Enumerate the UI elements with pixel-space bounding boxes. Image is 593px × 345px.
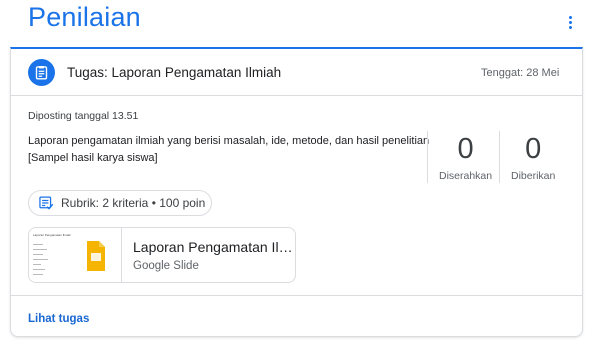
stat-label: Diserahkan [439,170,493,182]
description-line: Laporan pengamatan ilmiah yang berisi ma… [28,135,430,147]
google-slides-icon [87,241,105,271]
more-vert-icon-dot [568,20,572,24]
assignment-card-footer: Lihat tugas [11,295,582,337]
posted-time: Diposting tanggal 13.51 [28,110,139,122]
more-options-button[interactable] [558,10,582,34]
stat-assigned[interactable]: 0 Diberikan [511,133,556,183]
thumbnail-line [33,269,45,270]
rubric-chip[interactable]: Rubrik: 2 kriteria • 100 poin [28,190,212,216]
due-date: Tenggat: 28 Mei [481,67,560,79]
assignment-icon [28,59,55,86]
thumbnail-title: Laporan Pengamatan Ilmiah [33,233,71,237]
assignment-card: Tugas: Laporan Pengamatan Ilmiah Tenggat… [10,47,583,337]
thumbnail-line [33,244,43,245]
page-title: Penilaian [28,2,141,32]
description-line: [Sampel hasil karya siswa] [28,152,158,164]
assignment-card-header[interactable]: Tugas: Laporan Pengamatan Ilmiah Tenggat… [11,49,582,96]
attachment-type: Google Slide [133,260,199,272]
page-header: Penilaian [0,0,593,48]
stats-divider [427,131,428,183]
view-assignment-link[interactable]: Lihat tugas [28,313,89,325]
assignment-title: Tugas: Laporan Pengamatan Ilmiah [67,65,282,80]
assignment-description: Laporan pengamatan ilmiah yang berisi ma… [28,133,430,167]
stats-divider [499,131,500,183]
more-vert-icon-dot [568,25,572,29]
rubric-label: Rubrik: 2 kriteria • 100 poin [61,196,206,210]
thumbnail-line [33,259,48,260]
thumbnail-line [33,274,43,275]
stat-turned-in[interactable]: 0 Diserahkan [439,133,493,183]
thumbnail-line [33,254,43,255]
stat-label: Diberikan [511,170,556,182]
thumbnail-line [33,264,41,265]
attachment-thumbnail: Laporan Pengamatan Ilmiah [29,228,122,282]
stat-value: 0 [457,133,474,165]
rubric-icon [39,196,54,210]
attachment-card[interactable]: Laporan Pengamatan Ilmiah Laporan Pengam… [28,227,296,283]
page: Penilaian Tugas: Laporan Pengamatan Ilmi… [0,0,593,345]
attachment-title: Laporan Pengamatan Ilmi... [133,239,293,255]
more-vert-icon [568,15,572,19]
thumbnail-line [33,249,47,250]
stat-value: 0 [525,133,542,165]
